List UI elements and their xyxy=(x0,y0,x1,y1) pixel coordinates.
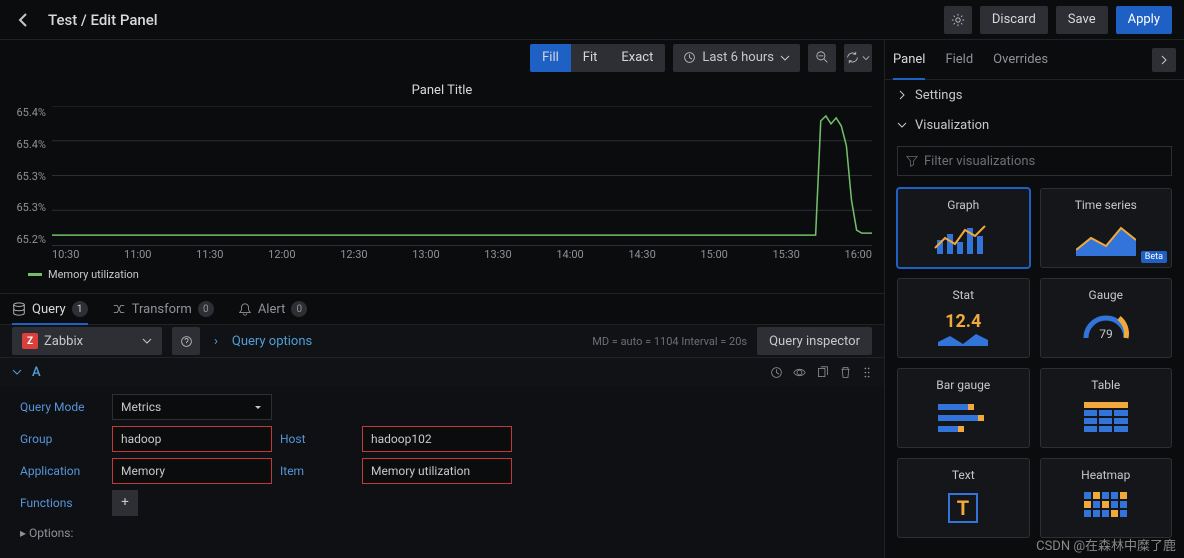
settings-button[interactable] xyxy=(944,6,972,34)
chevron-down-icon xyxy=(897,120,907,130)
tab-field[interactable]: Field xyxy=(945,40,973,79)
apply-button[interactable]: Apply xyxy=(1116,6,1172,34)
x-tick: 11:00 xyxy=(124,248,151,266)
transform-count-badge: 0 xyxy=(198,301,214,317)
fit-button[interactable]: Fit xyxy=(571,44,610,72)
chart-title: Panel Title xyxy=(12,79,872,106)
y-tick: 65.3% xyxy=(12,170,46,183)
svg-text:79: 79 xyxy=(1099,327,1113,341)
chevron-right-icon: › xyxy=(214,334,218,349)
viz-stat[interactable]: Stat 12.4 xyxy=(897,278,1030,358)
chart: 65.4% 65.4% 65.3% 65.3% 65.2% xyxy=(12,106,872,266)
viz-heatmap[interactable]: Heatmap xyxy=(1040,458,1173,538)
legend-label: Memory utilization xyxy=(48,268,139,281)
filter-icon xyxy=(906,155,918,167)
toggle-query-icon[interactable] xyxy=(793,366,806,379)
exact-button[interactable]: Exact xyxy=(609,44,665,72)
viz-table[interactable]: Table xyxy=(1040,368,1173,448)
tab-overrides[interactable]: Overrides xyxy=(993,40,1048,79)
query-options-toggle[interactable]: ▸ Options: xyxy=(12,520,872,546)
group-label: Group xyxy=(12,432,112,446)
x-tick: 14:00 xyxy=(556,248,583,266)
functions-label: Functions xyxy=(12,496,112,510)
refresh-button[interactable] xyxy=(844,44,872,72)
application-input[interactable] xyxy=(112,458,272,484)
y-tick: 65.3% xyxy=(12,201,46,214)
x-tick: 12:30 xyxy=(340,248,367,266)
query-inspector-button[interactable]: Query inspector xyxy=(757,327,872,355)
database-icon xyxy=(12,302,26,316)
item-label: Item xyxy=(272,464,362,478)
visualization-section[interactable]: Visualization xyxy=(885,110,1184,140)
drag-handle-icon[interactable] xyxy=(862,366,872,379)
time-range-label: Last 6 hours xyxy=(702,50,774,65)
datasource-selector[interactable]: Z Zabbix xyxy=(12,327,162,355)
tab-alert[interactable]: Alert 0 xyxy=(238,294,308,324)
chevron-down-icon xyxy=(780,53,790,63)
datasource-help-button[interactable] xyxy=(172,327,200,355)
y-tick: 65.2% xyxy=(12,233,46,246)
item-input[interactable] xyxy=(362,458,512,484)
time-range-picker[interactable]: Last 6 hours xyxy=(673,44,800,72)
clock-icon xyxy=(683,51,696,64)
add-function-button[interactable]: + xyxy=(112,490,138,516)
y-tick: 65.4% xyxy=(12,106,46,119)
chevron-down-icon xyxy=(142,336,152,346)
tab-panel[interactable]: Panel xyxy=(893,40,925,79)
fill-mode-group: Fill Fit Exact xyxy=(530,44,665,72)
query-options-link[interactable]: Query options xyxy=(232,334,312,349)
x-tick: 10:30 xyxy=(52,248,79,266)
query-md-info: MD = auto = 1104 Interval = 20s xyxy=(592,335,747,348)
query-row-letter: A xyxy=(32,365,41,380)
fill-button[interactable]: Fill xyxy=(530,44,571,72)
x-tick: 13:30 xyxy=(484,248,511,266)
duplicate-query-icon[interactable] xyxy=(770,366,783,379)
beta-badge: Beta xyxy=(1141,251,1167,263)
viz-gauge[interactable]: Gauge 79 xyxy=(1040,278,1173,358)
expand-panel-button[interactable] xyxy=(1152,48,1176,72)
transform-icon xyxy=(112,302,126,316)
x-tick: 16:00 xyxy=(845,248,872,266)
tab-transform[interactable]: Transform 0 xyxy=(112,294,214,324)
chevron-down-icon[interactable] xyxy=(12,367,22,377)
query-mode-select[interactable]: Metrics xyxy=(112,394,272,420)
y-tick: 65.4% xyxy=(12,138,46,151)
bell-icon xyxy=(238,302,252,316)
zabbix-icon: Z xyxy=(22,333,38,349)
page-title: Test / Edit Panel xyxy=(48,11,158,29)
zoom-out-button[interactable] xyxy=(808,44,836,72)
save-button[interactable]: Save xyxy=(1056,6,1108,34)
delete-query-icon[interactable] xyxy=(839,366,852,379)
host-label: Host xyxy=(272,432,362,446)
host-input[interactable] xyxy=(362,426,512,452)
viz-timeseries[interactable]: Time series Beta xyxy=(1040,188,1173,268)
alert-count-badge: 0 xyxy=(291,301,307,317)
viz-graph[interactable]: Graph xyxy=(897,188,1030,268)
application-label: Application xyxy=(12,464,112,478)
settings-section[interactable]: Settings xyxy=(885,80,1184,110)
copy-query-icon[interactable] xyxy=(816,366,829,379)
chart-legend[interactable]: Memory utilization xyxy=(12,266,872,285)
tab-query[interactable]: Query 1 xyxy=(12,294,88,324)
viz-bargauge[interactable]: Bar gauge xyxy=(897,368,1030,448)
x-tick: 11:30 xyxy=(196,248,223,266)
chevron-right-icon xyxy=(897,90,907,100)
x-tick: 14:30 xyxy=(628,248,655,266)
filter-visualizations-input[interactable]: Filter visualizations xyxy=(897,146,1172,176)
query-count-badge: 1 xyxy=(72,301,88,317)
back-button[interactable] xyxy=(12,8,36,32)
x-tick: 15:00 xyxy=(700,248,727,266)
legend-swatch xyxy=(28,273,42,276)
svg-text:T: T xyxy=(957,496,969,520)
x-tick: 12:00 xyxy=(268,248,295,266)
x-tick: 13:00 xyxy=(412,248,439,266)
discard-button[interactable]: Discard xyxy=(980,6,1048,34)
group-input[interactable] xyxy=(112,426,272,452)
x-tick: 15:30 xyxy=(772,248,799,266)
query-mode-label: Query Mode xyxy=(12,400,112,414)
viz-text[interactable]: Text T xyxy=(897,458,1030,538)
